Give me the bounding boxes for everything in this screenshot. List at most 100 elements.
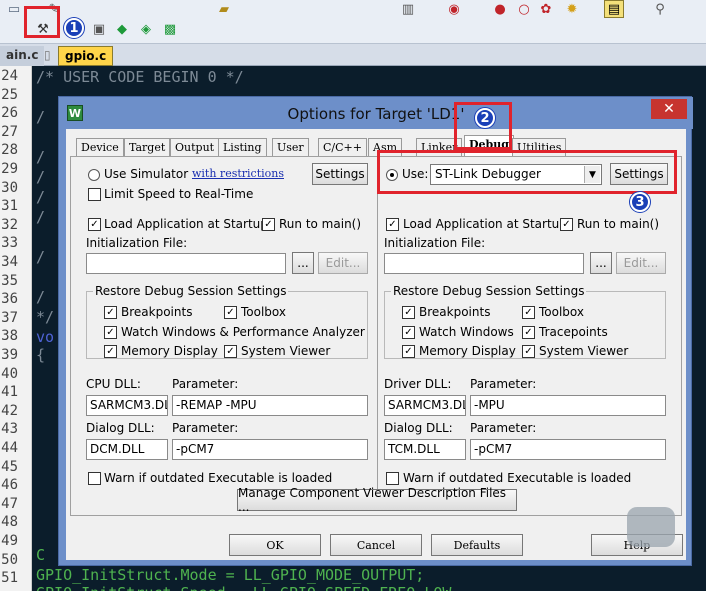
line-number: 26 (1, 105, 18, 122)
tab-user[interactable]: User (272, 138, 309, 158)
run-icon[interactable]: ◆ (112, 20, 132, 38)
right-load-app-label: Load Application at Startup (403, 217, 567, 231)
tab-target[interactable]: Target (124, 138, 171, 158)
with-restrictions-link[interactable]: with restrictions (192, 167, 284, 180)
simulator-settings-button[interactable]: Settings (312, 163, 368, 185)
code-line: GPIO_InitStruct.Speed = LL_GPIO_SPEED_FR… (36, 584, 451, 591)
code-line: GPIO_InitStruct.Mode = LL_GPIO_MODE_OUTP… (36, 566, 425, 584)
ok-button[interactable]: OK (229, 534, 321, 556)
left-edit-button[interactable]: Edit... (318, 252, 368, 274)
line-number: 45 (1, 458, 18, 475)
line-number: 51 (1, 570, 18, 587)
right-watch-windows-checkbox[interactable]: ✓ (402, 326, 415, 339)
driver-parameter-input[interactable]: -MPU (470, 395, 666, 416)
right-system-viewer-checkbox[interactable]: ✓ (522, 345, 535, 358)
debug-icon[interactable]: ◉ (444, 0, 464, 18)
left-dialog-dll-label: Dialog DLL: (86, 421, 155, 435)
cancel-button[interactable]: Cancel (330, 534, 422, 556)
use-simulator-label: Use Simulator (104, 167, 189, 181)
diamond-icon[interactable]: ◈ (136, 20, 156, 38)
cpu-parameter-input[interactable]: -REMAP -MPU (172, 395, 368, 416)
line-number: 47 (1, 495, 18, 512)
line-number: 49 (1, 533, 18, 549)
pack-installer-icon[interactable]: ▩ (160, 20, 180, 38)
right-run-to-main-checkbox[interactable]: ✓ (560, 218, 573, 231)
right-breakpoints-checkbox[interactable]: ✓ (402, 306, 415, 319)
left-breakpoints-checkbox[interactable]: ✓ (104, 306, 117, 319)
line-number: 27 (1, 123, 18, 140)
left-run-to-main-label: Run to main() (279, 217, 362, 231)
left-watch-windows-checkbox[interactable]: ✓ (104, 326, 117, 339)
defaults-button[interactable]: Defaults (431, 534, 523, 556)
cpu-dll-input[interactable]: SARMCM3.DLL (86, 395, 168, 416)
cpu-dll-label: CPU DLL: (86, 377, 141, 391)
left-run-to-main-checkbox[interactable]: ✓ (262, 218, 275, 231)
right-breakpoints-label: Breakpoints (419, 305, 491, 319)
right-memory-display-checkbox[interactable]: ✓ (402, 345, 415, 358)
file-tab-gpio[interactable]: gpio.c (58, 46, 114, 66)
chat-bubble-icon[interactable] (627, 507, 675, 547)
code-line: /* USER CODE BEGIN 0 */ (36, 68, 244, 86)
line-number: 42 (1, 402, 18, 419)
right-dialog-dll-label: Dialog DLL: (384, 421, 453, 435)
tab-output[interactable]: Output (170, 138, 220, 158)
line-number: 41 (1, 384, 18, 401)
close-button[interactable]: ✕ (651, 99, 687, 119)
right-load-app-checkbox[interactable]: ✓ (386, 218, 399, 231)
use-simulator-radio[interactable] (88, 169, 100, 181)
line-number: 43 (1, 421, 18, 438)
code-line: / (36, 188, 46, 206)
right-edit-button[interactable]: Edit... (616, 252, 666, 274)
right-run-to-main-label: Run to main() (577, 217, 660, 231)
breakpoint-icon[interactable]: ● (490, 0, 510, 18)
left-load-app-label: Load Application at Startup (104, 217, 268, 231)
limit-speed-checkbox[interactable] (88, 188, 101, 201)
code-line: C (36, 546, 46, 564)
folder-icon[interactable]: ▰ (214, 0, 234, 18)
driver-dll-input[interactable]: SARMCM3.DLL (384, 395, 466, 416)
annotation-badge-2: 2 (475, 108, 495, 128)
left-dialog-dll-input[interactable]: DCM.DLL (86, 439, 168, 460)
left-dialog-parameter-input[interactable]: -pCM7 (172, 439, 368, 460)
breakpoint-disable-icon[interactable]: ○ (514, 0, 534, 18)
left-memory-display-label: Memory Display (121, 344, 218, 358)
line-number: 40 (1, 365, 18, 382)
line-number: 32 (1, 216, 18, 233)
right-dialog-parameter-input[interactable]: -pCM7 (470, 439, 666, 460)
right-browse-button[interactable]: ... (590, 252, 612, 274)
right-tracepoints-label: Tracepoints (539, 325, 608, 339)
tab-device[interactable]: Device (76, 138, 124, 158)
right-warn-outdated-checkbox[interactable] (386, 472, 399, 485)
right-toolbox-checkbox[interactable]: ✓ (522, 306, 535, 319)
window-icon[interactable]: ▤ (604, 0, 624, 18)
right-watch-windows-label: Watch Windows (419, 325, 514, 339)
right-tracepoints-checkbox[interactable]: ✓ (522, 326, 535, 339)
file-tab-main[interactable]: ain.c (0, 46, 45, 66)
kill-breakpoints-icon[interactable]: ✿ (536, 0, 556, 18)
left-memory-display-checkbox[interactable]: ✓ (104, 345, 117, 358)
load-icon[interactable]: ▭ (4, 0, 24, 18)
left-browse-button[interactable]: ... (292, 252, 314, 274)
right-init-file-input[interactable] (384, 253, 584, 274)
code-line: { (36, 346, 46, 364)
left-toolbox-checkbox[interactable]: ✓ (224, 306, 237, 319)
tab-listing[interactable]: Listing (218, 138, 267, 158)
driver-dll-label: Driver DLL: (384, 377, 452, 391)
code-line: / (36, 148, 46, 166)
tab-cpp[interactable]: C/C++ (318, 138, 367, 158)
left-warn-outdated-checkbox[interactable] (88, 472, 101, 485)
gear-icon[interactable]: ✹ (562, 0, 582, 18)
left-load-app-checkbox[interactable]: ✓ (88, 218, 101, 231)
line-number: 25 (1, 86, 18, 103)
manage-project-icon[interactable]: ▣ (89, 20, 109, 38)
search-icon[interactable]: ⚲ (650, 0, 670, 18)
line-number: 48 (1, 514, 18, 531)
right-dialog-dll-input[interactable]: TCM.DLL (384, 439, 466, 460)
left-system-viewer-checkbox[interactable]: ✓ (224, 345, 237, 358)
line-number: 50 (1, 551, 18, 568)
line-number: 33 (1, 235, 18, 252)
left-init-file-input[interactable] (86, 253, 286, 274)
manage-component-viewer-button[interactable]: Manage Component Viewer Description File… (237, 486, 517, 514)
copy-icon[interactable]: ▥ (398, 0, 418, 18)
line-number: 24 (1, 68, 18, 84)
